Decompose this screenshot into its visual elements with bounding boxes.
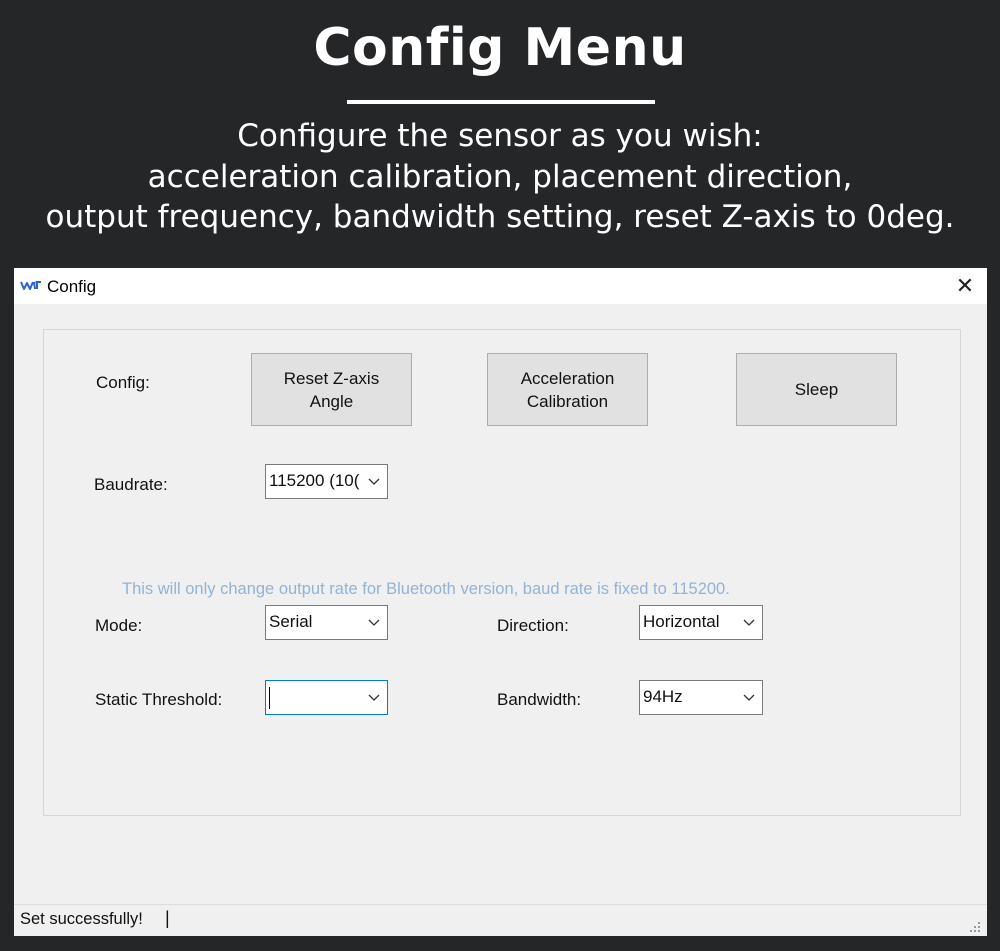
reset-button-line2: Angle	[309, 391, 354, 411]
static-threshold-select[interactable]	[265, 680, 388, 715]
subtitle-line-3: output frequency, bandwidth setting, res…	[45, 199, 955, 235]
subtitle-line-2: acceleration calibration, placement dire…	[147, 159, 853, 195]
page-title: Config Menu	[313, 18, 687, 78]
direction-select[interactable]: Horizontal	[639, 605, 763, 640]
direction-label: Direction:	[497, 616, 569, 635]
bandwidth-label: Bandwidth:	[497, 690, 582, 709]
window-title: Config	[47, 277, 97, 296]
chevron-down-icon	[368, 694, 380, 701]
config-window: Config ✕ Config: Reset Z-axis Angle Acce…	[14, 268, 987, 936]
resize-grip-icon[interactable]	[967, 919, 981, 933]
window-titlebar[interactable]: Config ✕	[14, 268, 987, 304]
direction-value: Horizontal	[643, 612, 720, 631]
status-bar: Set successfully! |	[14, 904, 987, 936]
chevron-down-icon	[368, 619, 380, 626]
bandwidth-select[interactable]: 94Hz	[639, 680, 763, 715]
mode-select[interactable]: Serial	[265, 605, 388, 640]
reset-button-line1: Reset Z-axis	[283, 368, 380, 388]
chevron-down-icon	[368, 478, 380, 485]
baudrate-label: Baudrate:	[94, 475, 168, 494]
wit-logo-icon	[20, 281, 41, 290]
config-label: Config:	[96, 373, 150, 392]
bandwidth-value: 94Hz	[643, 687, 683, 706]
title-underline	[347, 100, 655, 104]
baudrate-hint: This will only change output rate for Bl…	[122, 580, 730, 598]
mode-value: Serial	[269, 612, 313, 631]
text-caret	[269, 687, 270, 709]
acceleration-calibration-button[interactable]: Acceleration Calibration	[487, 353, 648, 426]
sleep-button-label: Sleep	[794, 380, 839, 399]
subtitle-line-1: Configure the sensor as you wish:	[237, 118, 763, 154]
status-message: Set successfully!	[20, 910, 143, 928]
accel-button-line2: Calibration	[526, 391, 609, 411]
close-button[interactable]: ✕	[948, 270, 982, 302]
accel-button-line1: Acceleration	[520, 368, 615, 388]
baudrate-select[interactable]: 115200 (10(	[265, 464, 388, 499]
chevron-down-icon	[743, 694, 755, 701]
config-panel: Config: Reset Z-axis Angle Acceleration …	[43, 329, 961, 816]
reset-z-axis-angle-button[interactable]: Reset Z-axis Angle	[251, 353, 412, 426]
chevron-down-icon	[743, 619, 755, 626]
static-threshold-label: Static Threshold:	[95, 690, 223, 709]
sleep-button[interactable]: Sleep	[736, 353, 897, 426]
baudrate-value: 115200 (10(	[269, 471, 360, 490]
close-icon: ✕	[955, 273, 975, 298]
mode-label: Mode:	[95, 616, 143, 635]
status-separator: |	[165, 908, 170, 928]
